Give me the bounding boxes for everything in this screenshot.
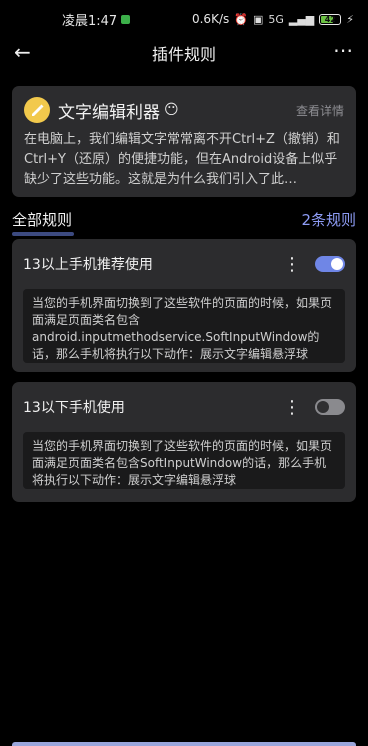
status-bar: 凌晨1:47 0.6K/s ⏰ ▣ 5G ▂▄▆ 42 ⚡ bbox=[0, 0, 368, 38]
rule-card[interactable]: 13以下手机使用 ⋮ 当您的手机界面切换到了这些软件的页面的时候，如果页面满足页… bbox=[12, 382, 356, 502]
notification-icon bbox=[121, 14, 131, 24]
rule-title: 13以下手机使用 bbox=[23, 400, 125, 416]
tab-all-rules[interactable]: 全部规则 bbox=[12, 209, 75, 236]
more-options-icon[interactable]: ⋯ bbox=[333, 38, 354, 62]
pencil-icon bbox=[24, 97, 50, 123]
rule-menu-icon[interactable]: ⋮ bbox=[283, 254, 301, 275]
rules-header: 全部规则 2条规则 bbox=[12, 206, 356, 236]
view-detail-link[interactable]: 查看详情 bbox=[296, 102, 344, 119]
network-speed: 0.6K/s bbox=[191, 12, 230, 26]
plugin-card: 文字编辑利器 😶 查看详情 在电脑上，我们编辑文字常常离不开Ctrl+Z（撤销）… bbox=[12, 86, 356, 197]
rule-header: 13以上手机推荐使用 ⋮ bbox=[23, 239, 345, 289]
rule-card[interactable]: 13以上手机推荐使用 ⋮ 当您的手机界面切换到了这些软件的页面的时候，如果页面满… bbox=[12, 239, 356, 372]
battery-level: 42 bbox=[324, 14, 336, 24]
rule-description: 当您的手机界面切换到了这些软件的页面的时候，如果页面满足页面类名包含androi… bbox=[23, 289, 345, 363]
network-type: 5G bbox=[268, 12, 284, 26]
signal-icon: ▂▄▆ bbox=[288, 12, 315, 26]
status-time: 凌晨1:47 bbox=[62, 13, 118, 29]
bottom-action-bar[interactable] bbox=[12, 742, 356, 746]
rule-menu-icon[interactable]: ⋮ bbox=[283, 397, 301, 418]
rule-toggle[interactable] bbox=[315, 399, 345, 415]
charging-icon: ⚡ bbox=[346, 12, 354, 26]
page-title: 插件规则 bbox=[151, 45, 216, 64]
rule-description: 当您的手机界面切换到了这些软件的页面的时候，如果页面满足页面类名包含SoftIn… bbox=[23, 432, 345, 489]
rule-header: 13以下手机使用 ⋮ bbox=[23, 382, 345, 432]
status-right: 0.6K/s ⏰ ▣ 5G ▂▄▆ 42 ⚡ bbox=[192, 12, 354, 26]
status-left: 凌晨1:47 bbox=[62, 10, 131, 29]
back-arrow-icon[interactable]: ← bbox=[14, 40, 31, 64]
alarm-icon: ⏰ bbox=[234, 12, 248, 26]
rule-toggle[interactable] bbox=[315, 256, 345, 272]
plugin-name: 文字编辑利器 bbox=[58, 102, 160, 123]
plugin-description: 在电脑上，我们编辑文字常常离不开Ctrl+Z（撤销）和Ctrl+Y（还原）的便捷… bbox=[24, 132, 340, 187]
rule-count: 2条规则 bbox=[301, 211, 356, 229]
app-bar: ← 插件规则 ⋯ bbox=[0, 38, 368, 68]
plugin-header: 文字编辑利器 😶 查看详情 bbox=[24, 96, 344, 124]
battery-icon: 42 bbox=[319, 13, 342, 25]
emoji-icon: 😶 bbox=[164, 102, 179, 118]
rule-title: 13以上手机推荐使用 bbox=[23, 257, 153, 273]
hd-icon: ▣ bbox=[252, 12, 264, 26]
